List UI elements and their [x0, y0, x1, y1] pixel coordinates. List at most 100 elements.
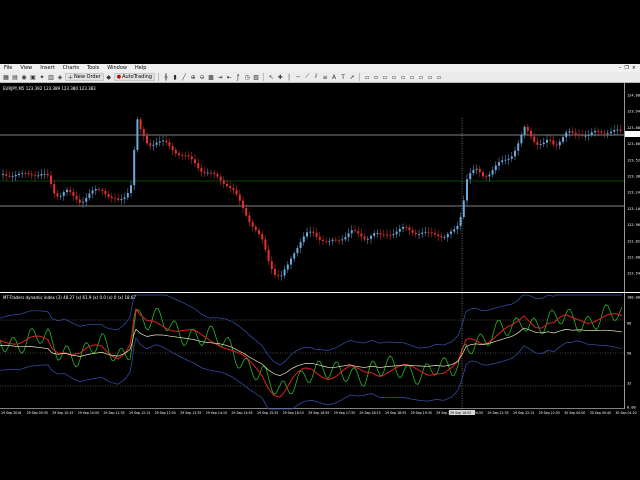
candle-body [162, 140, 164, 142]
cursor-icon[interactable]: ↖ [267, 73, 275, 81]
menu-view[interactable]: View [16, 64, 36, 72]
time-axis-label: 29 Sep 17:35 [334, 411, 355, 415]
candle-body [523, 126, 526, 135]
candle-body [600, 131, 603, 133]
channel-icon[interactable]: ⫽ [312, 73, 320, 81]
candle-body [475, 168, 478, 170]
data-window-icon[interactable]: ▣ [29, 73, 37, 81]
market-watch-icon[interactable]: ◉ [20, 73, 28, 81]
candle-body [200, 168, 203, 172]
candle-body [216, 173, 219, 177]
menu-insert[interactable]: Insert [36, 64, 58, 72]
periods-icon[interactable]: ◷ [243, 73, 251, 81]
menu-window[interactable]: Window [103, 64, 131, 72]
tester-icon[interactable]: ◈ [56, 73, 64, 81]
candle-body [219, 176, 222, 181]
menu-file[interactable]: File [0, 64, 16, 72]
indicator-tick-label: 50 [627, 352, 631, 356]
candle-body [437, 234, 440, 237]
period-m1[interactable]: ▫ [363, 73, 371, 81]
horizontal-line-icon[interactable]: ─ [294, 73, 302, 81]
candle-body [88, 193, 91, 198]
label-icon[interactable]: T [339, 73, 347, 81]
candle-body [254, 226, 257, 231]
fibonacci-icon[interactable]: ≡ [321, 73, 329, 81]
close-icon[interactable]: × [632, 64, 636, 72]
candle-body [350, 230, 353, 234]
trendline-icon[interactable]: ⟋ [303, 73, 311, 81]
candle-body [197, 163, 200, 169]
candle-body [405, 227, 408, 228]
candle-body [43, 173, 46, 175]
metaeditor-icon[interactable]: ◆ [105, 73, 113, 81]
candle-body [354, 230, 356, 232]
arrows-icon[interactable]: ➚ [348, 73, 356, 81]
candle-body [619, 129, 622, 131]
period-w1[interactable]: ▫ [426, 73, 434, 81]
line-chart-icon[interactable]: ╱ [180, 73, 188, 81]
candle-body [536, 141, 539, 145]
candle-body [565, 132, 568, 138]
candle-body [277, 274, 280, 276]
candle-body [18, 173, 20, 176]
candle-body [50, 175, 52, 185]
tile-windows-icon[interactable]: ▩ [207, 73, 215, 81]
chart-area[interactable]: EURJPY,M5 123.392 123.389 123.380 123.38… [0, 83, 640, 416]
templates-icon[interactable]: ▧ [252, 73, 260, 81]
zoom-in-icon[interactable]: ⊕ [189, 73, 197, 81]
zoom-out-icon[interactable]: ⊖ [198, 73, 206, 81]
candle-body [434, 233, 436, 235]
candle-body [584, 135, 587, 137]
period-h1[interactable]: ▫ [399, 73, 407, 81]
time-axis-label: 29 Sep 12:55 [155, 411, 176, 415]
period-m5[interactable]: ▫ [372, 73, 380, 81]
candle-body [187, 155, 190, 157]
period-h4[interactable]: ▫ [408, 73, 416, 81]
profiles-icon[interactable]: ▤ [11, 73, 19, 81]
candle-body [424, 231, 427, 233]
time-axis-label: 29 Sep 18:15 [359, 411, 380, 415]
indicators-icon[interactable]: ƒ [234, 73, 242, 81]
candle-body [178, 153, 180, 156]
candlestick-icon[interactable]: ▮ [171, 73, 179, 81]
menu-charts[interactable]: Charts [59, 64, 83, 72]
chart-shift-icon[interactable]: ⇤ [225, 73, 233, 81]
text-icon[interactable]: A [330, 73, 338, 81]
candle-body [299, 242, 302, 249]
candle-body [539, 144, 542, 145]
candle-body [30, 174, 33, 176]
restore-icon[interactable]: ❐ [624, 64, 628, 72]
time-axis-label: 29 Sep 16:55 [308, 411, 329, 415]
candle-body [91, 190, 94, 194]
autotrading-button[interactable]: ● AutoTrading [113, 73, 156, 81]
period-mn[interactable]: ▫ [435, 73, 443, 81]
candle-body [485, 176, 488, 178]
candle-body [507, 158, 510, 160]
terminal-icon[interactable]: ▥ [47, 73, 55, 81]
bar-chart-icon[interactable]: ╫ [162, 73, 170, 81]
minimize-icon[interactable]: – [619, 64, 622, 72]
period-d1[interactable]: ▫ [417, 73, 425, 81]
price-tick-label: 124.080 [627, 94, 640, 98]
candle-body [613, 129, 616, 132]
candle-body [306, 232, 308, 237]
candle-body [427, 231, 430, 233]
autoscroll-icon[interactable]: ⇥ [216, 73, 224, 81]
new-order-button[interactable]: ＋ New Order [65, 73, 104, 81]
new-chart-icon[interactable]: ▦ [2, 73, 10, 81]
vertical-line-icon[interactable]: │ [285, 73, 293, 81]
time-axis-label: 29 Sep 15:35 [257, 411, 278, 415]
chart-svg[interactable]: EURJPY,M5 123.392 123.389 123.380 123.38… [0, 83, 640, 416]
period-m30[interactable]: ▫ [390, 73, 398, 81]
candle-body [555, 144, 558, 146]
menu-tools[interactable]: Tools [83, 64, 103, 72]
menu-help[interactable]: Help [131, 64, 150, 72]
navigator-icon[interactable]: ✦ [38, 73, 46, 81]
candle-body [338, 240, 340, 241]
period-m15[interactable]: ▫ [381, 73, 389, 81]
time-axis-label: 29 Sep 14:55 [231, 411, 252, 415]
candle-body [552, 140, 555, 145]
candle-body [443, 237, 446, 238]
crosshair-icon[interactable]: ✚ [276, 73, 284, 81]
price-tick-label: 122.540 [627, 272, 640, 276]
